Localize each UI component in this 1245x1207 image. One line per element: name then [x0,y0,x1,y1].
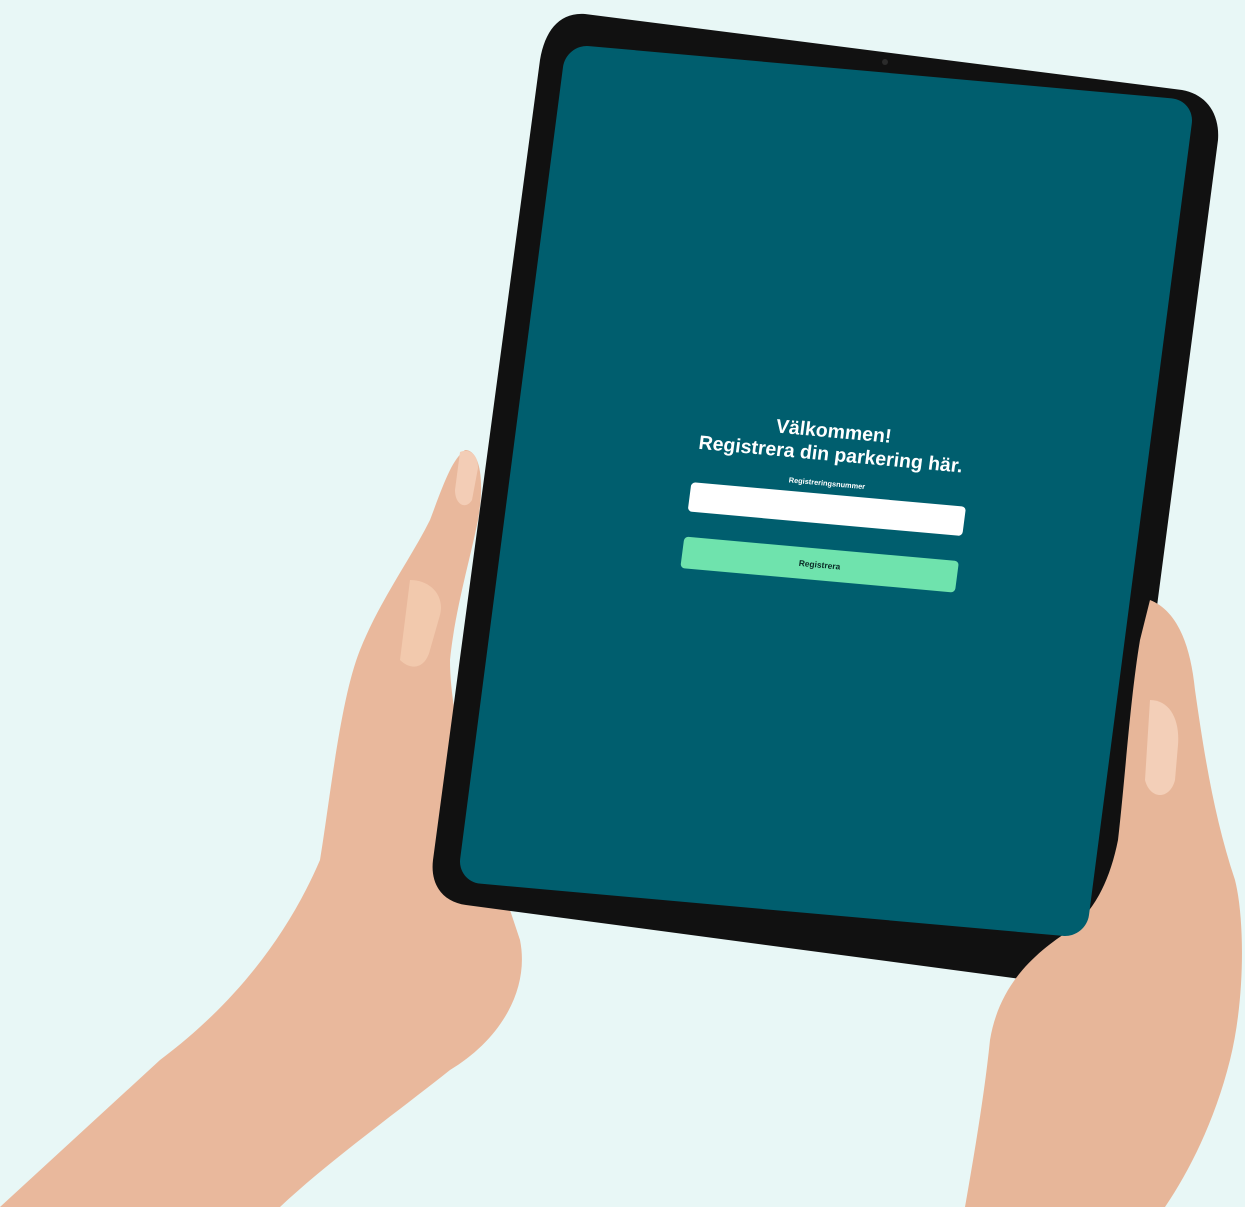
camera-dot [882,59,888,65]
register-button[interactable]: Registrera [680,536,959,593]
tablet-screen: Välkommen! Registrera din parkering här.… [457,44,1195,938]
welcome-heading: Välkommen! Registrera din parkering här. [515,392,1150,494]
